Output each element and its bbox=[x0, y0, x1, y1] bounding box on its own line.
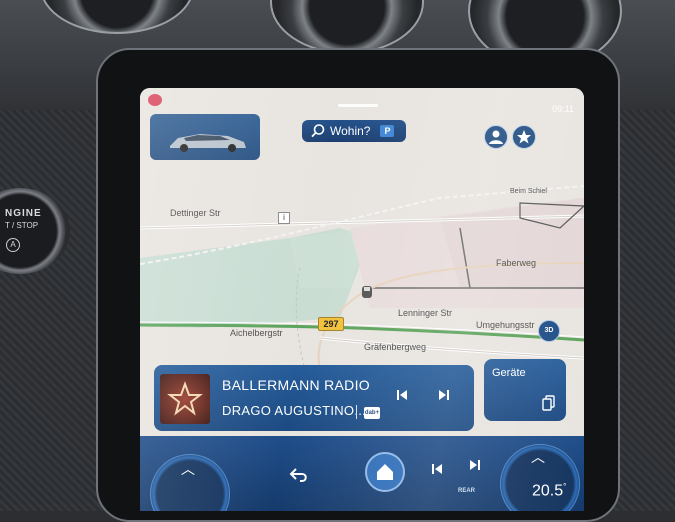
street-label: Dettinger Str bbox=[170, 208, 221, 218]
star-icon bbox=[517, 130, 531, 144]
devices-card[interactable]: Geräte bbox=[484, 359, 566, 421]
search-label: Wohin? bbox=[330, 124, 371, 138]
home-button[interactable] bbox=[365, 452, 405, 492]
media-player-card[interactable]: BALLERMANN RADIO DRAGO AUGUSTINO... dab+ bbox=[154, 365, 474, 431]
station-name: BALLERMANN RADIO bbox=[222, 377, 370, 393]
car-icon bbox=[170, 134, 246, 152]
route-number-badge: 297 bbox=[318, 317, 344, 331]
street-label: Gräfenbergweg bbox=[364, 342, 427, 352]
profile-button[interactable] bbox=[484, 125, 508, 149]
station-cover-art bbox=[160, 374, 210, 424]
back-arrow-icon bbox=[289, 468, 307, 482]
user-icon bbox=[489, 130, 503, 144]
skip-forward-icon bbox=[439, 390, 449, 400]
previous-track-dock-button[interactable] bbox=[430, 462, 444, 479]
street-label: Lenninger Str bbox=[398, 308, 453, 318]
parking-icon[interactable]: P bbox=[380, 125, 395, 137]
auto-stop-icon: A bbox=[6, 238, 20, 252]
skip-forward-icon bbox=[470, 460, 480, 470]
chevron-up-icon: ︿ bbox=[531, 449, 545, 465]
next-track-dock-button[interactable] bbox=[468, 458, 482, 475]
vehicle-card[interactable] bbox=[150, 114, 260, 160]
map-3d-toggle-button[interactable]: 3D bbox=[538, 320, 560, 342]
favorites-button[interactable] bbox=[512, 125, 536, 149]
back-button[interactable] bbox=[288, 466, 310, 490]
drag-handle[interactable] bbox=[338, 104, 378, 107]
separator bbox=[356, 405, 357, 419]
start-stop-label: T / STOP bbox=[5, 221, 39, 230]
climate-dial-left[interactable]: ︿ bbox=[150, 454, 230, 511]
status-time: 09:11 bbox=[552, 104, 574, 114]
camera-recording-icon bbox=[148, 94, 162, 106]
chevron-up-icon: ︿ bbox=[181, 461, 195, 477]
info-sign-icon[interactable]: i bbox=[278, 212, 290, 224]
previous-track-button[interactable] bbox=[394, 387, 410, 403]
rear-defrost-label[interactable]: REAR bbox=[458, 488, 475, 494]
destination-search-button[interactable]: Wohin? P bbox=[302, 120, 406, 142]
devices-label: Geräte bbox=[492, 367, 526, 379]
artist-name: DRAGO AUGUSTINO... bbox=[222, 403, 367, 418]
next-track-button[interactable] bbox=[436, 387, 452, 403]
temperature-readout: 20.5° bbox=[532, 482, 566, 500]
degree-sign: ° bbox=[563, 482, 567, 491]
temperature-value: 20.5 bbox=[532, 482, 564, 500]
street-label: Beim Schiel bbox=[510, 188, 547, 195]
engine-label: NGINE bbox=[5, 208, 42, 219]
dab-source-badge: dab+ bbox=[364, 407, 380, 419]
climate-dial-right[interactable]: ︿ bbox=[500, 444, 580, 511]
infotainment-screen: 09:11 Wohin? P Dettinger Str Beim Schiel… bbox=[140, 88, 584, 511]
bottom-dock: ︿ REAR ︿ 20.5° bbox=[140, 436, 584, 511]
skip-back-icon bbox=[397, 390, 407, 400]
street-label: Faberweg bbox=[496, 258, 537, 268]
phone-icon bbox=[542, 395, 555, 411]
street-label: Umgehungsstr bbox=[476, 320, 535, 330]
skip-back-icon bbox=[432, 464, 442, 474]
home-icon bbox=[377, 464, 393, 480]
star-icon bbox=[167, 381, 203, 416]
street-label: Aichelbergstr bbox=[230, 328, 283, 338]
search-icon bbox=[311, 124, 325, 138]
